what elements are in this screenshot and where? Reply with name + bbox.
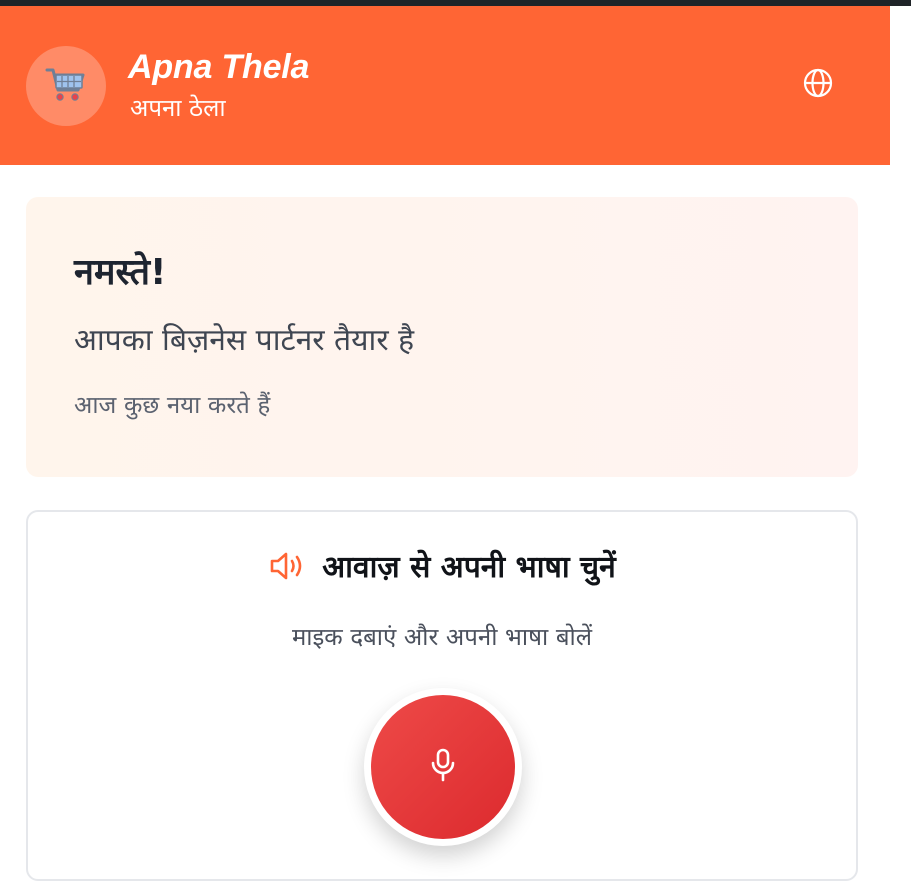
voice-instruction: माइक दबाएं और अपनी भाषा बोलें <box>291 623 593 651</box>
mic-button[interactable] <box>371 695 515 839</box>
voice-language-card: आवाज़ से अपनी भाषा चुनें माइक दबाएं और अ… <box>26 510 858 881</box>
greeting-title: नमस्ते! <box>74 252 167 293</box>
greeting-subtitle: आपका बिज़नेस पार्टनर तैयार है <box>74 323 415 358</box>
mic-button-ring <box>364 688 522 846</box>
app-name-hindi: अपना ठेला <box>130 93 226 122</box>
globe-icon <box>802 67 834 103</box>
brand-block: Apna Thela अपना ठेला <box>128 47 309 125</box>
voice-title: आवाज़ से अपनी भाषा चुनें <box>322 550 616 585</box>
voice-heading: आवाज़ से अपनी भाषा चुनें <box>28 548 856 588</box>
language-button[interactable] <box>801 68 835 102</box>
app-name: Apna Thela <box>128 47 310 86</box>
shopping-cart-icon <box>44 62 88 110</box>
app-header: Apna Thela अपना ठेला <box>0 6 890 165</box>
greeting-note: आज कुछ नया करते हैं <box>74 391 271 419</box>
speaker-icon <box>268 550 308 586</box>
welcome-card: नमस्ते! आपका बिज़नेस पार्टनर तैयार है आज… <box>26 197 858 477</box>
microphone-icon <box>429 747 457 787</box>
app-logo <box>26 45 106 126</box>
